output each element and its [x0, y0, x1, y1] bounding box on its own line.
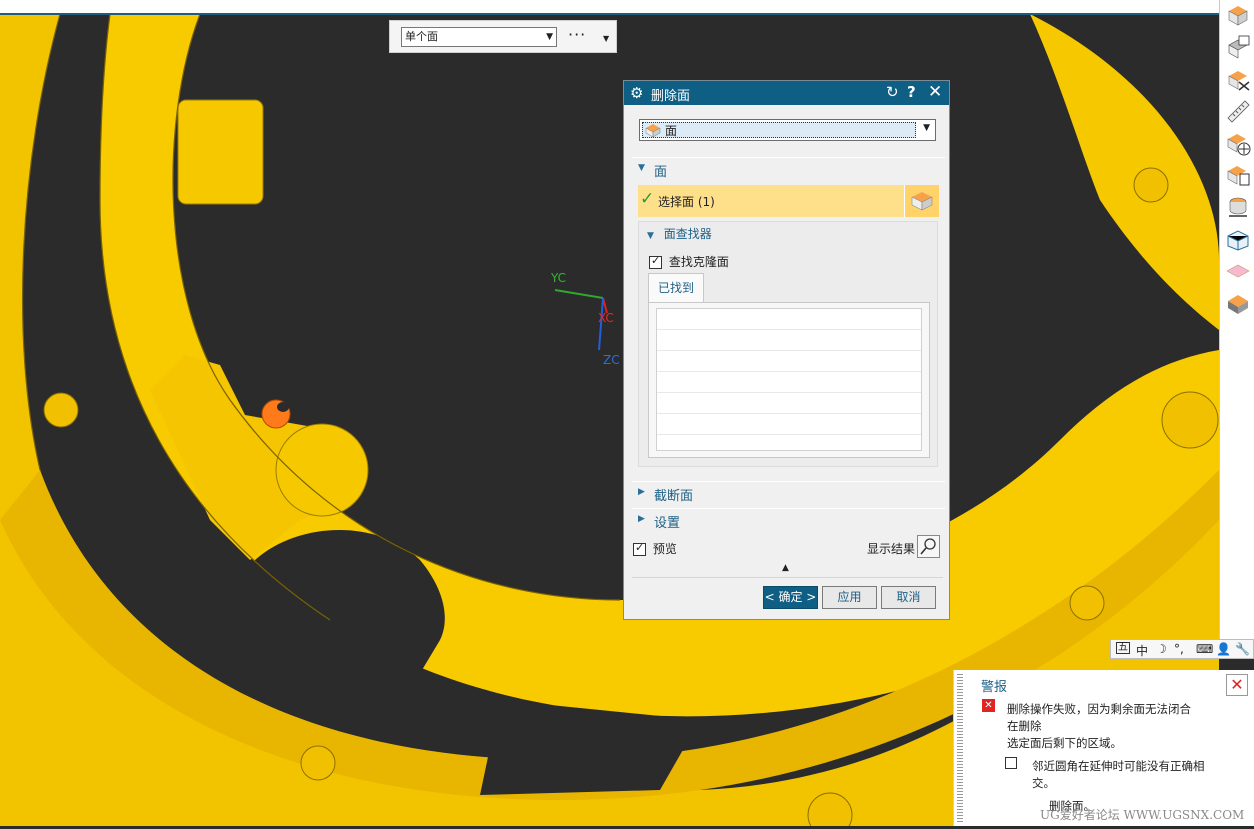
select-face-button[interactable]: [904, 185, 939, 217]
gear-icon[interactable]: ⚙: [630, 84, 643, 102]
punctuation-icon[interactable]: °,: [1174, 642, 1184, 656]
ime-toolbar: 五 中 ☽ °, ⌨ 👤 🔧: [1110, 639, 1254, 659]
type-filter-select[interactable]: 单个面 ▼: [401, 27, 557, 47]
move-object-icon[interactable]: [1225, 130, 1251, 156]
tab-found[interactable]: 已找到: [648, 273, 704, 304]
type-select-value: 面: [665, 124, 678, 138]
alert-message-line1: 删除操作失败，因为剩余面无法闭合: [1007, 702, 1191, 716]
collapse-triangle-icon: ▼: [638, 163, 645, 173]
block-icon[interactable]: [1225, 2, 1251, 28]
alert-message-line2: 在删除: [1007, 719, 1042, 733]
face-finder-label: 面查找器: [663, 227, 712, 241]
select-face-row[interactable]: ✓ 选择面 (1): [638, 185, 939, 217]
preview-label: 预览: [652, 542, 677, 556]
more-options-button[interactable]: ···: [568, 25, 586, 44]
chevron-down-icon: ▼: [923, 123, 930, 133]
wrench-icon[interactable]: 🔧: [1235, 642, 1250, 656]
alert-title: 警报: [981, 680, 1008, 695]
type-select-highlight: [642, 122, 916, 138]
list-row[interactable]: [657, 309, 921, 330]
user-icon[interactable]: 👤: [1216, 642, 1231, 656]
section-settings-header[interactable]: ▶ 设置: [632, 508, 945, 531]
section-face-header[interactable]: ▼ 面: [632, 157, 945, 180]
edit-body-icon[interactable]: [1225, 66, 1251, 92]
face-finder-panel: ▼ 面查找器 ✓ 查找克隆面 已找到: [638, 221, 938, 467]
plane-icon[interactable]: [1225, 258, 1251, 284]
found-tab-panel: [648, 302, 930, 458]
ime-logo-icon[interactable]: 五: [1116, 642, 1130, 654]
type-filter-value: 单个面: [405, 30, 438, 43]
dialog-title: 删除面: [651, 89, 691, 104]
selection-bar: 单个面 ▼ ··· ▼: [389, 20, 617, 53]
chevron-down-icon: ▼: [546, 32, 553, 42]
copy-icon[interactable]: [1225, 162, 1251, 188]
face-icon: [645, 124, 661, 138]
alert-note-line1: 邻近圆角在延伸时可能没有正确相: [1032, 759, 1205, 773]
reset-icon[interactable]: ↻: [886, 83, 899, 101]
type-select[interactable]: 面 ▼: [639, 119, 936, 141]
cancel-button[interactable]: 取消: [881, 586, 936, 609]
triad-xc-label: XC: [598, 311, 614, 325]
select-face-label: 选择面 (1): [658, 195, 715, 209]
measure-icon[interactable]: [1225, 98, 1251, 124]
caret-down-icon[interactable]: ▼: [603, 34, 609, 43]
list-row[interactable]: [657, 330, 921, 351]
right-toolbar: [1219, 0, 1254, 640]
note-checkbox[interactable]: [1005, 757, 1017, 769]
found-faces-list[interactable]: [656, 308, 922, 451]
triad-zc-label: ZC: [603, 353, 620, 367]
solid-icon[interactable]: [1225, 290, 1251, 316]
error-icon: ✕: [982, 699, 995, 712]
triad-yc-label: YC: [551, 271, 567, 285]
help-icon[interactable]: ?: [907, 83, 916, 101]
watermark: UG爱好者论坛 WWW.UGSNX.COM: [1040, 808, 1245, 822]
section-cut-label: 截断面: [654, 489, 694, 504]
drag-grip[interactable]: [957, 674, 963, 824]
top-border: [0, 0, 1254, 15]
list-row[interactable]: [657, 414, 921, 435]
expand-triangle-icon: ▶: [638, 487, 645, 497]
assembly-icon[interactable]: [1225, 194, 1251, 220]
section-face-label: 面: [654, 165, 668, 180]
list-row[interactable]: [657, 393, 921, 414]
expand-triangle-icon: ▶: [638, 514, 645, 524]
find-clone-label: 查找克隆面: [668, 255, 729, 269]
find-clone-row: ✓ 查找克隆面: [649, 253, 729, 270]
apply-button[interactable]: 应用: [822, 586, 877, 609]
checkmark-icon: ✓: [640, 189, 655, 209]
divider: [632, 577, 943, 578]
close-icon[interactable]: ✕: [928, 82, 942, 102]
alert-message-line3: 选定面后剩下的区域。: [1007, 736, 1122, 750]
preview-row: ✓ 预览: [633, 540, 677, 557]
dialog-titlebar[interactable]: ⚙ 删除面 ↻ ? ✕: [624, 81, 949, 105]
collapse-triangle-icon: ▼: [647, 231, 654, 241]
section-settings-label: 设置: [654, 516, 681, 531]
face-finder-header[interactable]: ▼ 面查找器: [647, 225, 712, 242]
moon-icon[interactable]: ☽: [1156, 642, 1167, 656]
keyboard-icon[interactable]: ⌨: [1196, 642, 1213, 656]
delete-face-dialog: ⚙ 删除面 ↻ ? ✕ 面 ▼ ▼ 面 ✓ 选择面 (1) ▼ 面查找器 ✓ 查…: [623, 80, 950, 620]
list-row[interactable]: [657, 372, 921, 393]
preview-checkbox[interactable]: ✓: [633, 541, 646, 556]
ok-button[interactable]: < 确定 >: [763, 586, 818, 609]
alert-note-line2: 交。: [1032, 776, 1055, 790]
face-select-icon: [911, 192, 933, 211]
close-icon[interactable]: ✕: [1226, 674, 1248, 696]
find-clone-checkbox[interactable]: ✓: [649, 254, 662, 269]
mesh-icon[interactable]: [1225, 226, 1251, 252]
list-row[interactable]: [657, 435, 921, 455]
drafting-icon[interactable]: [1225, 34, 1251, 60]
magnifier-icon: [920, 538, 936, 555]
ime-mode-toggle[interactable]: 中: [1136, 642, 1148, 659]
show-result-button[interactable]: [917, 535, 940, 558]
collapse-footer-icon[interactable]: ▲: [782, 563, 789, 573]
section-cut-header[interactable]: ▶ 截断面: [632, 481, 945, 504]
list-row[interactable]: [657, 351, 921, 372]
alert-panel: 警报 ✕ ✕ 删除操作失败，因为剩余面无法闭合 在删除 选定面后剩下的区域。 邻…: [953, 670, 1254, 826]
show-result-label: 显示结果: [867, 542, 916, 556]
